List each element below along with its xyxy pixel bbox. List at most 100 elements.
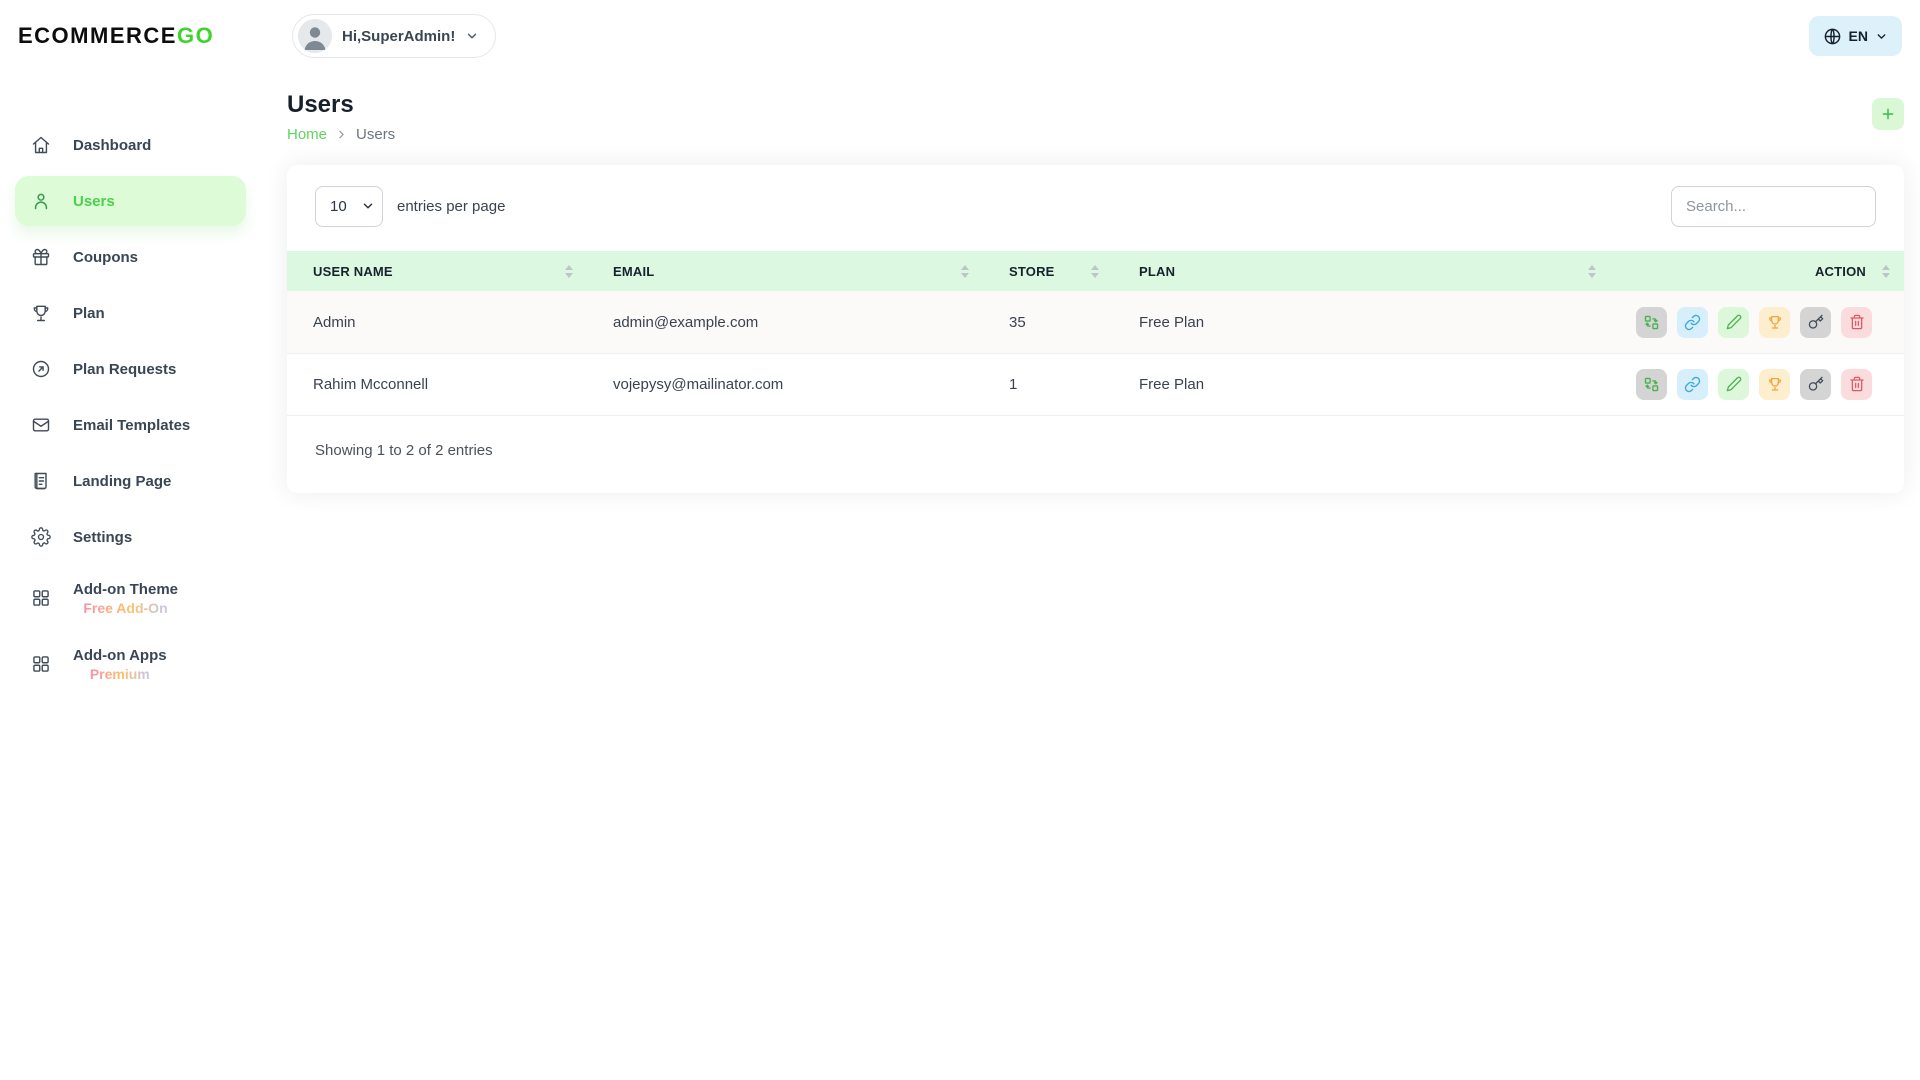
cell-username: Rahim Mcconnell — [287, 353, 587, 415]
swap-icon — [1643, 314, 1660, 331]
column-header-email[interactable]: EMAIL — [587, 251, 983, 291]
sidebar-item-dashboard[interactable]: Dashboard — [15, 120, 246, 170]
table-controls: 10 entries per page — [287, 165, 1904, 251]
edit-button[interactable] — [1718, 369, 1749, 400]
sidebar: Dashboard Users Coupons Plan Plan Reques… — [0, 72, 260, 700]
sidebar-item-addon-theme[interactable]: Add-on Theme Free Add-On — [15, 568, 246, 628]
page-title: Users — [287, 92, 395, 118]
sidebar-item-label: Landing Page — [73, 473, 171, 490]
swap-icon — [1643, 376, 1660, 393]
language-code: EN — [1849, 28, 1868, 44]
sidebar-item-label: Coupons — [73, 249, 138, 266]
reset-password-button[interactable] — [1800, 369, 1831, 400]
trophy-icon — [1767, 376, 1783, 392]
table-row: Admin admin@example.com 35 Free Plan — [287, 291, 1904, 353]
sidebar-item-label: Plan Requests — [73, 361, 176, 378]
sidebar-item-label: Email Templates — [73, 417, 190, 434]
sidebar-item-plan[interactable]: Plan — [15, 288, 246, 338]
grid-icon — [31, 588, 51, 608]
trash-icon — [1849, 376, 1865, 392]
column-header-plan[interactable]: PLAN — [1113, 251, 1610, 291]
pencil-icon — [1726, 314, 1742, 330]
swap-plan-button[interactable] — [1636, 369, 1667, 400]
link-icon — [1684, 314, 1701, 331]
row-actions — [1636, 307, 1890, 338]
plus-icon — [1880, 106, 1896, 122]
arrow-up-right-circle-icon — [31, 359, 51, 379]
sidebar-item-label: Add-on Theme — [73, 581, 178, 598]
main-content: Users Home Users 10 entries per — [260, 72, 1920, 493]
upgrade-plan-button[interactable] — [1759, 369, 1790, 400]
page-icon — [31, 471, 51, 491]
gift-icon — [31, 247, 51, 267]
key-icon — [1808, 314, 1824, 330]
table-row: Rahim Mcconnell vojepysy@mailinator.com … — [287, 353, 1904, 415]
sort-icon[interactable] — [565, 265, 573, 278]
sidebar-item-plan-requests[interactable]: Plan Requests — [15, 344, 246, 394]
table-header-row: USER NAME EMAIL STORE PLAN ACTION — [287, 251, 1904, 291]
swap-plan-button[interactable] — [1636, 307, 1667, 338]
user-menu[interactable]: Hi,SuperAdmin! — [292, 14, 496, 58]
user-greeting: Hi,SuperAdmin! — [342, 28, 455, 45]
sidebar-item-subtitle: Premium — [90, 666, 150, 682]
sidebar-item-label: Add-on Apps — [73, 647, 167, 664]
users-card: 10 entries per page USER NAME EMAIL STOR… — [287, 165, 1904, 493]
delete-button[interactable] — [1841, 307, 1872, 338]
user-icon — [31, 191, 51, 211]
breadcrumb: Home Users — [287, 126, 395, 143]
cell-email: vojepysy@mailinator.com — [587, 353, 983, 415]
entries-per-page-select[interactable]: 10 — [315, 186, 383, 227]
row-actions — [1636, 369, 1890, 400]
chevron-down-icon — [465, 29, 479, 43]
users-table: USER NAME EMAIL STORE PLAN ACTION Admin … — [287, 251, 1904, 416]
edit-button[interactable] — [1718, 307, 1749, 338]
link-icon — [1684, 376, 1701, 393]
cell-email: admin@example.com — [587, 291, 983, 353]
brand-name-suffix: GO — [177, 23, 214, 48]
avatar — [298, 19, 332, 53]
brand-name: ECOMMERCE — [18, 23, 177, 48]
copy-link-button[interactable] — [1677, 307, 1708, 338]
trophy-icon — [1767, 314, 1783, 330]
sidebar-item-addon-apps[interactable]: Add-on Apps Premium — [15, 634, 246, 694]
sort-icon[interactable] — [1882, 265, 1890, 278]
trophy-icon — [31, 303, 51, 323]
sort-icon[interactable] — [1588, 265, 1596, 278]
mail-icon — [31, 415, 51, 435]
breadcrumb-current: Users — [356, 126, 395, 143]
cell-store: 1 — [983, 353, 1113, 415]
upgrade-plan-button[interactable] — [1759, 307, 1790, 338]
search-input[interactable] — [1671, 186, 1876, 227]
sort-icon[interactable] — [961, 265, 969, 278]
cell-username: Admin — [287, 291, 587, 353]
language-selector[interactable]: EN — [1809, 16, 1902, 56]
reset-password-button[interactable] — [1800, 307, 1831, 338]
entries-per-page-label: entries per page — [397, 198, 505, 215]
column-header-store[interactable]: STORE — [983, 251, 1113, 291]
home-icon — [31, 135, 51, 155]
sidebar-item-label: Users — [73, 193, 115, 210]
copy-link-button[interactable] — [1677, 369, 1708, 400]
column-header-username[interactable]: USER NAME — [287, 251, 587, 291]
sidebar-item-email-templates[interactable]: Email Templates — [15, 400, 246, 450]
grid-icon — [31, 654, 51, 674]
top-bar: ECOMMERCEGO Hi,SuperAdmin! EN — [0, 0, 1920, 72]
sidebar-item-settings[interactable]: Settings — [15, 512, 246, 562]
column-header-action[interactable]: ACTION — [1610, 251, 1904, 291]
entries-select[interactable]: 10 — [315, 186, 383, 227]
sidebar-item-subtitle: Free Add-On — [83, 600, 167, 616]
key-icon — [1808, 376, 1824, 392]
cell-plan: Free Plan — [1113, 353, 1610, 415]
breadcrumb-home-link[interactable]: Home — [287, 126, 327, 143]
sort-icon[interactable] — [1091, 265, 1099, 278]
brand-logo[interactable]: ECOMMERCEGO — [0, 23, 260, 49]
globe-icon — [1823, 27, 1842, 46]
sidebar-item-coupons[interactable]: Coupons — [15, 232, 246, 282]
add-user-button[interactable] — [1872, 98, 1904, 130]
sidebar-item-users[interactable]: Users — [15, 176, 246, 226]
cell-store: 35 — [983, 291, 1113, 353]
pencil-icon — [1726, 376, 1742, 392]
delete-button[interactable] — [1841, 369, 1872, 400]
sidebar-item-landing-page[interactable]: Landing Page — [15, 456, 246, 506]
sidebar-item-label: Plan — [73, 305, 105, 322]
